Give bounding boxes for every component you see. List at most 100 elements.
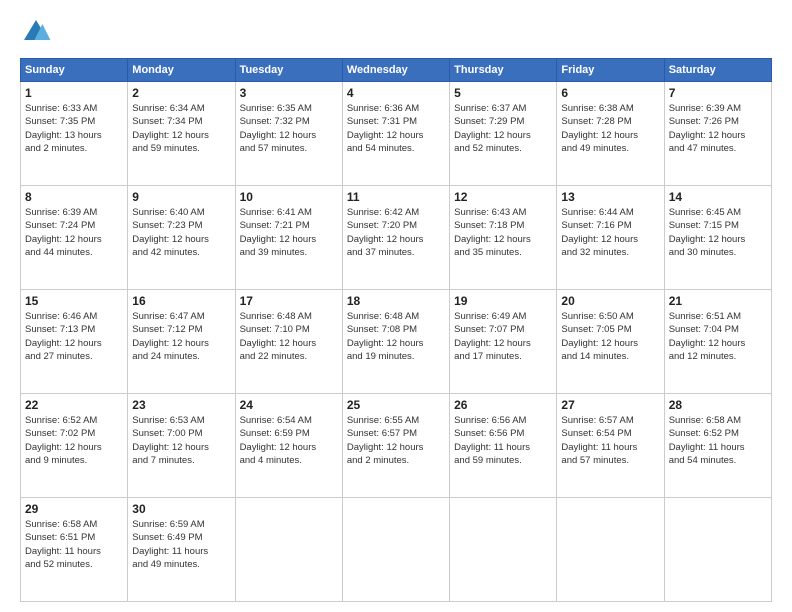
day-number: 11	[347, 190, 445, 204]
day-number: 17	[240, 294, 338, 308]
weekday-header-wednesday: Wednesday	[342, 59, 449, 82]
day-info: Sunrise: 6:55 AMSunset: 6:57 PMDaylight:…	[347, 414, 445, 467]
calendar-cell: 13 Sunrise: 6:44 AMSunset: 7:16 PMDayligh…	[557, 186, 664, 290]
day-number: 1	[25, 86, 123, 100]
day-info: Sunrise: 6:43 AMSunset: 7:18 PMDaylight:…	[454, 206, 552, 259]
week-row-3: 15Sunrise: 6:46 AMSunset: 7:13 PMDayligh…	[21, 290, 772, 394]
day-info: Sunrise: 6:39 AMSunset: 7:26 PMDaylight:…	[669, 102, 767, 155]
calendar-cell: 3 Sunrise: 6:35 AMSunset: 7:32 PMDaylight…	[235, 82, 342, 186]
day-number: 3	[240, 86, 338, 100]
day-info: Sunrise: 6:39 AMSunset: 7:24 PMDaylight:…	[25, 206, 123, 259]
day-number: 4	[347, 86, 445, 100]
page: SundayMondayTuesdayWednesdayThursdayFrid…	[0, 0, 792, 612]
day-info: Sunrise: 6:42 AMSunset: 7:20 PMDaylight:…	[347, 206, 445, 259]
day-info: Sunrise: 6:37 AMSunset: 7:29 PMDaylight:…	[454, 102, 552, 155]
calendar-cell: 2 Sunrise: 6:34 AMSunset: 7:34 PMDaylight…	[128, 82, 235, 186]
day-number: 8	[25, 190, 123, 204]
calendar-cell	[664, 498, 771, 602]
calendar-cell: 12 Sunrise: 6:43 AMSunset: 7:18 PMDayligh…	[450, 186, 557, 290]
day-number: 29	[25, 502, 123, 516]
calendar-cell: 14Sunrise: 6:45 AMSunset: 7:15 PMDayligh…	[664, 186, 771, 290]
day-info: Sunrise: 6:54 AMSunset: 6:59 PMDaylight:…	[240, 414, 338, 467]
day-number: 19	[454, 294, 552, 308]
calendar-cell: 27 Sunrise: 6:57 AMSunset: 6:54 PMDayligh…	[557, 394, 664, 498]
day-info: Sunrise: 6:34 AMSunset: 7:34 PMDaylight:…	[132, 102, 230, 155]
week-row-1: 1Sunrise: 6:33 AMSunset: 7:35 PMDaylight…	[21, 82, 772, 186]
calendar-cell: 26 Sunrise: 6:56 AMSunset: 6:56 PMDayligh…	[450, 394, 557, 498]
day-number: 9	[132, 190, 230, 204]
day-info: Sunrise: 6:38 AMSunset: 7:28 PMDaylight:…	[561, 102, 659, 155]
calendar-cell: 15Sunrise: 6:46 AMSunset: 7:13 PMDayligh…	[21, 290, 128, 394]
week-row-2: 8 Sunrise: 6:39 AMSunset: 7:24 PMDaylight…	[21, 186, 772, 290]
day-number: 28	[669, 398, 767, 412]
calendar-cell: 1Sunrise: 6:33 AMSunset: 7:35 PMDaylight…	[21, 82, 128, 186]
day-info: Sunrise: 6:36 AMSunset: 7:31 PMDaylight:…	[347, 102, 445, 155]
calendar-cell: 25Sunrise: 6:55 AMSunset: 6:57 PMDayligh…	[342, 394, 449, 498]
calendar-cell: 18Sunrise: 6:48 AMSunset: 7:08 PMDayligh…	[342, 290, 449, 394]
day-number: 21	[669, 294, 767, 308]
weekday-header-row: SundayMondayTuesdayWednesdayThursdayFrid…	[21, 59, 772, 82]
calendar-cell: 11 Sunrise: 6:42 AMSunset: 7:20 PMDayligh…	[342, 186, 449, 290]
day-info: Sunrise: 6:44 AMSunset: 7:16 PMDaylight:…	[561, 206, 659, 259]
calendar-cell	[450, 498, 557, 602]
day-info: Sunrise: 6:57 AMSunset: 6:54 PMDaylight:…	[561, 414, 659, 467]
calendar-cell: 30 Sunrise: 6:59 AMSunset: 6:49 PMDayligh…	[128, 498, 235, 602]
weekday-header-friday: Friday	[557, 59, 664, 82]
day-number: 7	[669, 86, 767, 100]
week-row-4: 22 Sunrise: 6:52 AMSunset: 7:02 PMDayligh…	[21, 394, 772, 498]
weekday-header-tuesday: Tuesday	[235, 59, 342, 82]
calendar-cell: 4 Sunrise: 6:36 AMSunset: 7:31 PMDaylight…	[342, 82, 449, 186]
calendar-cell: 6 Sunrise: 6:38 AMSunset: 7:28 PMDaylight…	[557, 82, 664, 186]
day-number: 2	[132, 86, 230, 100]
logo	[20, 16, 56, 48]
weekday-header-thursday: Thursday	[450, 59, 557, 82]
calendar-cell: 20 Sunrise: 6:50 AMSunset: 7:05 PMDayligh…	[557, 290, 664, 394]
calendar-cell: 22 Sunrise: 6:52 AMSunset: 7:02 PMDayligh…	[21, 394, 128, 498]
day-info: Sunrise: 6:52 AMSunset: 7:02 PMDaylight:…	[25, 414, 123, 467]
day-info: Sunrise: 6:40 AMSunset: 7:23 PMDaylight:…	[132, 206, 230, 259]
day-info: Sunrise: 6:59 AMSunset: 6:49 PMDaylight:…	[132, 518, 230, 571]
day-number: 10	[240, 190, 338, 204]
day-number: 30	[132, 502, 230, 516]
day-number: 13	[561, 190, 659, 204]
weekday-header-sunday: Sunday	[21, 59, 128, 82]
day-number: 20	[561, 294, 659, 308]
day-info: Sunrise: 6:46 AMSunset: 7:13 PMDaylight:…	[25, 310, 123, 363]
day-number: 18	[347, 294, 445, 308]
day-number: 16	[132, 294, 230, 308]
calendar-cell: 17 Sunrise: 6:48 AMSunset: 7:10 PMDayligh…	[235, 290, 342, 394]
calendar-cell: 8 Sunrise: 6:39 AMSunset: 7:24 PMDaylight…	[21, 186, 128, 290]
calendar-cell: 23Sunrise: 6:53 AMSunset: 7:00 PMDayligh…	[128, 394, 235, 498]
week-row-5: 29Sunrise: 6:58 AMSunset: 6:51 PMDayligh…	[21, 498, 772, 602]
calendar-cell	[342, 498, 449, 602]
day-info: Sunrise: 6:50 AMSunset: 7:05 PMDaylight:…	[561, 310, 659, 363]
calendar-cell: 28 Sunrise: 6:58 AMSunset: 6:52 PMDayligh…	[664, 394, 771, 498]
calendar-cell: 29Sunrise: 6:58 AMSunset: 6:51 PMDayligh…	[21, 498, 128, 602]
day-info: Sunrise: 6:58 AMSunset: 6:52 PMDaylight:…	[669, 414, 767, 467]
day-info: Sunrise: 6:56 AMSunset: 6:56 PMDaylight:…	[454, 414, 552, 467]
day-number: 6	[561, 86, 659, 100]
day-info: Sunrise: 6:53 AMSunset: 7:00 PMDaylight:…	[132, 414, 230, 467]
calendar-cell: 10 Sunrise: 6:41 AMSunset: 7:21 PMDayligh…	[235, 186, 342, 290]
day-number: 24	[240, 398, 338, 412]
day-info: Sunrise: 6:35 AMSunset: 7:32 PMDaylight:…	[240, 102, 338, 155]
calendar-cell: 21Sunrise: 6:51 AMSunset: 7:04 PMDayligh…	[664, 290, 771, 394]
day-number: 12	[454, 190, 552, 204]
calendar-cell: 16Sunrise: 6:47 AMSunset: 7:12 PMDayligh…	[128, 290, 235, 394]
day-info: Sunrise: 6:48 AMSunset: 7:10 PMDaylight:…	[240, 310, 338, 363]
day-number: 14	[669, 190, 767, 204]
day-number: 22	[25, 398, 123, 412]
calendar-cell: 5 Sunrise: 6:37 AMSunset: 7:29 PMDaylight…	[450, 82, 557, 186]
weekday-header-monday: Monday	[128, 59, 235, 82]
calendar-cell	[557, 498, 664, 602]
day-number: 26	[454, 398, 552, 412]
day-info: Sunrise: 6:41 AMSunset: 7:21 PMDaylight:…	[240, 206, 338, 259]
day-number: 27	[561, 398, 659, 412]
calendar-cell: 9 Sunrise: 6:40 AMSunset: 7:23 PMDaylight…	[128, 186, 235, 290]
day-info: Sunrise: 6:49 AMSunset: 7:07 PMDaylight:…	[454, 310, 552, 363]
calendar-cell	[235, 498, 342, 602]
calendar-cell: 7 Sunrise: 6:39 AMSunset: 7:26 PMDaylight…	[664, 82, 771, 186]
calendar-cell: 19 Sunrise: 6:49 AMSunset: 7:07 PMDayligh…	[450, 290, 557, 394]
day-number: 5	[454, 86, 552, 100]
calendar-table: SundayMondayTuesdayWednesdayThursdayFrid…	[20, 58, 772, 602]
